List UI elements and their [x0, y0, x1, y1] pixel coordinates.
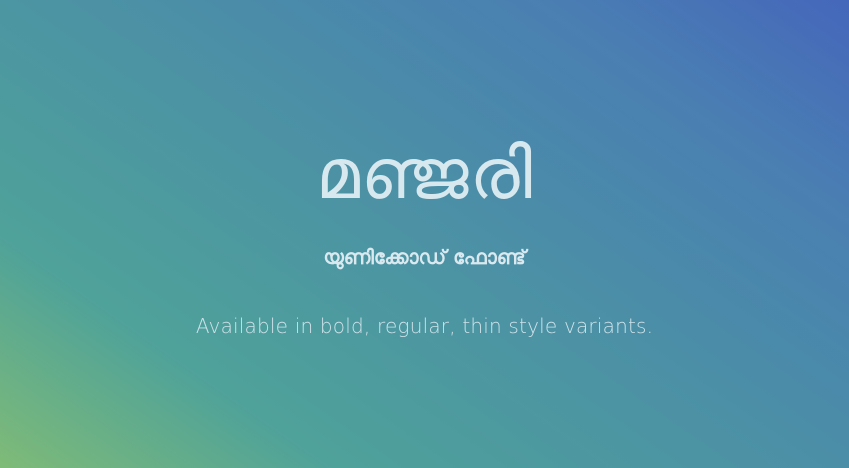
font-subtitle: യുണിക്കോഡ് ഫോണ്ട് — [323, 245, 526, 269]
font-tagline: Available in bold, regular, thin style v… — [195, 314, 654, 338]
font-title: മഞ്ജരി — [315, 132, 534, 215]
hero-section: മഞ്ജരി യുണിക്കോഡ് ഫോണ്ട് Available in bo… — [0, 0, 849, 468]
